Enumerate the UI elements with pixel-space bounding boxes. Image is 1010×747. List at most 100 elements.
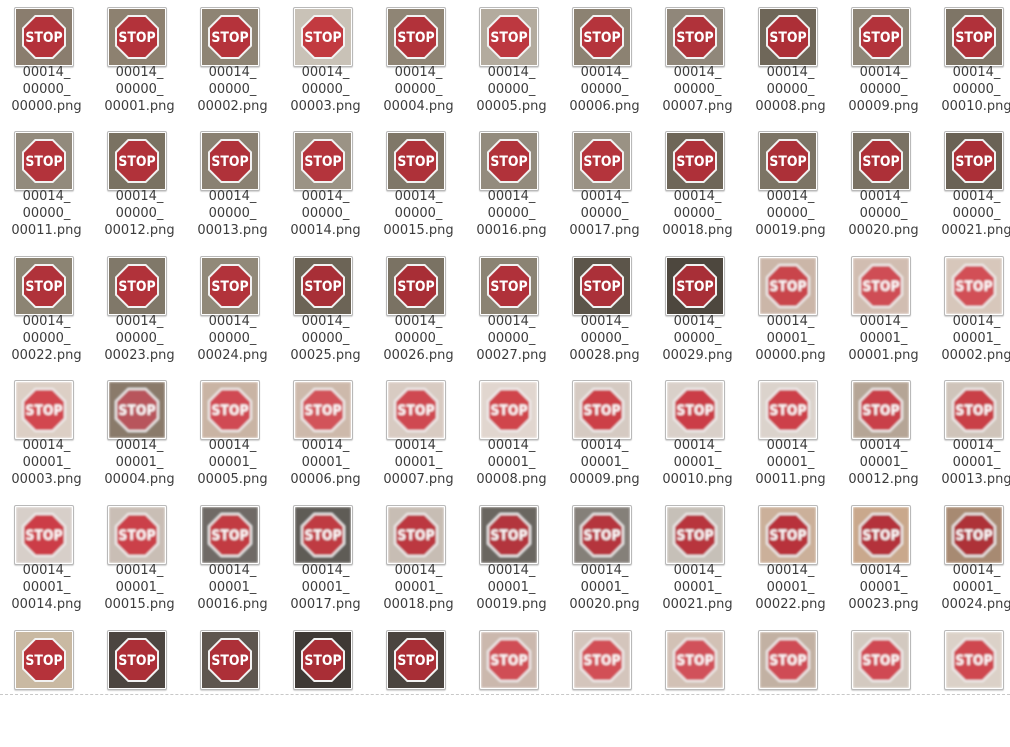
- file-item[interactable]: STOP 00014_ 00000_ 00013.png: [186, 124, 279, 248]
- file-item[interactable]: STOP 00014_ 00001_ 00004.png: [93, 373, 186, 497]
- file-item[interactable]: STOP 00014_ 00001_ 00006.png: [279, 373, 372, 497]
- file-item[interactable]: STOP 00014_ 00000_ 00027.png: [465, 249, 558, 373]
- svg-text:STOP: STOP: [25, 528, 62, 544]
- file-item[interactable]: STOP 00014_ 00001_ 00021.png: [651, 498, 744, 622]
- file-item[interactable]: STOP 00014_ 00000_ 00018.png: [651, 124, 744, 248]
- file-item[interactable]: STOP 00014_ 00000_ 00012.png: [93, 124, 186, 248]
- stop-sign-image: STOP: [760, 9, 816, 65]
- file-item[interactable]: STOP 00014_ 00001_ 00003.png: [0, 373, 93, 497]
- stop-sign-image: STOP: [946, 632, 1002, 688]
- file-item[interactable]: STOP 00014_ 00000_ 00009.png: [837, 0, 930, 124]
- stop-sign-image: STOP: [946, 382, 1002, 438]
- file-item[interactable]: STOP 00014_ 00000_ 00002.png: [186, 0, 279, 124]
- file-item[interactable]: STOP 00014_ 00001_ 00008.png: [465, 373, 558, 497]
- file-item[interactable]: STOP 00014_ 00001_ 00009.png: [558, 373, 651, 497]
- file-item[interactable]: STOP 00014_ 00001_ 00011.png: [744, 373, 837, 497]
- file-item[interactable]: STOP 00014_ 00000_ 00008.png: [744, 0, 837, 124]
- file-item[interactable]: STOP 00014_ 00001_ 00017.png: [279, 498, 372, 622]
- file-item[interactable]: STOP 00014_ 00001_ 00020.png: [558, 498, 651, 622]
- svg-text:STOP: STOP: [304, 653, 341, 669]
- file-item[interactable]: STOP 00014_ 00000_ 00010.png: [930, 0, 1010, 124]
- file-item[interactable]: STOP 00014_ 00000_ 00005.png: [465, 0, 558, 124]
- file-item[interactable]: STOP 00014_ 00001_ 00010.png: [651, 373, 744, 497]
- file-item[interactable]: STOP 00014_ 00001_ 00005.png: [186, 373, 279, 497]
- stop-sign-image: STOP: [295, 507, 351, 563]
- stop-sign-image: STOP: [202, 258, 258, 314]
- file-item[interactable]: STOP 00014_ 00000_ 00015.png: [372, 124, 465, 248]
- file-name-line: 00014_: [580, 65, 629, 80]
- file-item[interactable]: STOP: [465, 623, 558, 747]
- file-item[interactable]: STOP 00014_ 00000_ 00011.png: [0, 124, 93, 248]
- stop-sign-image: STOP: [388, 9, 444, 65]
- file-item[interactable]: STOP 00014_ 00001_ 00014.png: [0, 498, 93, 622]
- file-name-line: 00000_: [673, 206, 722, 221]
- file-thumbnail: STOP: [944, 7, 1004, 67]
- stop-sign-image: STOP: [574, 382, 630, 438]
- file-name-line: 00001_: [22, 455, 71, 470]
- file-item[interactable]: STOP 00014_ 00001_ 00000.png: [744, 249, 837, 373]
- file-item[interactable]: STOP 00014_ 00000_ 00028.png: [558, 249, 651, 373]
- file-item[interactable]: STOP: [93, 623, 186, 747]
- file-item[interactable]: STOP: [186, 623, 279, 747]
- file-item[interactable]: STOP 00014_ 00000_ 00000.png: [0, 0, 93, 124]
- svg-text:STOP: STOP: [769, 279, 806, 295]
- file-item[interactable]: STOP: [837, 623, 930, 747]
- file-item[interactable]: STOP 00014_ 00000_ 00020.png: [837, 124, 930, 248]
- file-item[interactable]: STOP 00014_ 00001_ 00023.png: [837, 498, 930, 622]
- file-name-line: 00001_: [766, 455, 815, 470]
- file-item[interactable]: STOP 00014_ 00001_ 00022.png: [744, 498, 837, 622]
- stop-sign-image: STOP: [202, 9, 258, 65]
- file-item[interactable]: STOP 00014_ 00000_ 00022.png: [0, 249, 93, 373]
- file-name-line: 00001_: [580, 455, 629, 470]
- file-item[interactable]: STOP 00014_ 00001_ 00024.png: [930, 498, 1010, 622]
- file-item[interactable]: STOP 00014_ 00000_ 00019.png: [744, 124, 837, 248]
- file-thumbnail: STOP: [14, 505, 74, 565]
- file-item[interactable]: STOP 00014_ 00001_ 00013.png: [930, 373, 1010, 497]
- file-item[interactable]: STOP 00014_ 00001_ 00007.png: [372, 373, 465, 497]
- svg-text:STOP: STOP: [769, 403, 806, 419]
- file-item[interactable]: STOP 00014_ 00000_ 00014.png: [279, 124, 372, 248]
- file-item[interactable]: STOP 00014_ 00000_ 00003.png: [279, 0, 372, 124]
- file-thumbnail: STOP: [200, 380, 260, 440]
- file-item[interactable]: STOP: [279, 623, 372, 747]
- file-item[interactable]: STOP 00014_ 00000_ 00021.png: [930, 124, 1010, 248]
- file-name-line: 00028.png: [569, 348, 640, 363]
- file-item[interactable]: STOP: [930, 623, 1010, 747]
- file-item[interactable]: STOP 00014_ 00001_ 00002.png: [930, 249, 1010, 373]
- stop-sign-image: STOP: [109, 9, 165, 65]
- file-item[interactable]: STOP 00014_ 00001_ 00015.png: [93, 498, 186, 622]
- file-item[interactable]: STOP 00014_ 00001_ 00019.png: [465, 498, 558, 622]
- file-item[interactable]: STOP 00014_ 00000_ 00023.png: [93, 249, 186, 373]
- file-item[interactable]: STOP 00014_ 00000_ 00029.png: [651, 249, 744, 373]
- file-name-line: 00000_: [208, 206, 257, 221]
- file-item[interactable]: STOP 00014_ 00000_ 00016.png: [465, 124, 558, 248]
- file-item[interactable]: STOP 00014_ 00000_ 00006.png: [558, 0, 651, 124]
- file-item[interactable]: STOP 00014_ 00001_ 00018.png: [372, 498, 465, 622]
- file-item[interactable]: STOP: [651, 623, 744, 747]
- stop-sign-image: STOP: [388, 382, 444, 438]
- file-name-line: 00005.png: [197, 472, 268, 487]
- svg-text:STOP: STOP: [211, 30, 248, 46]
- file-item[interactable]: STOP 00014_ 00001_ 00001.png: [837, 249, 930, 373]
- file-name-line: 00013.png: [941, 472, 1010, 487]
- file-item[interactable]: STOP: [372, 623, 465, 747]
- stop-sign-image: STOP: [16, 133, 72, 189]
- file-name-line: 00003.png: [290, 99, 361, 114]
- file-item[interactable]: STOP 00014_ 00000_ 00024.png: [186, 249, 279, 373]
- file-item[interactable]: STOP 00014_ 00001_ 00012.png: [837, 373, 930, 497]
- file-thumbnail: STOP: [107, 380, 167, 440]
- file-item[interactable]: STOP 00014_ 00000_ 00026.png: [372, 249, 465, 373]
- file-item[interactable]: STOP 00014_ 00000_ 00004.png: [372, 0, 465, 124]
- file-name-line: 00014_: [859, 65, 908, 80]
- file-item[interactable]: STOP 00014_ 00000_ 00025.png: [279, 249, 372, 373]
- file-item[interactable]: STOP 00014_ 00000_ 00001.png: [93, 0, 186, 124]
- stop-sign-image: STOP: [202, 507, 258, 563]
- file-item[interactable]: STOP 00014_ 00000_ 00017.png: [558, 124, 651, 248]
- file-item[interactable]: STOP 00014_ 00000_ 00007.png: [651, 0, 744, 124]
- stop-sign-image: STOP: [109, 632, 165, 688]
- file-name-line: 00001_: [487, 455, 536, 470]
- file-item[interactable]: STOP: [0, 623, 93, 747]
- file-item[interactable]: STOP: [558, 623, 651, 747]
- file-item[interactable]: STOP: [744, 623, 837, 747]
- file-item[interactable]: STOP 00014_ 00001_ 00016.png: [186, 498, 279, 622]
